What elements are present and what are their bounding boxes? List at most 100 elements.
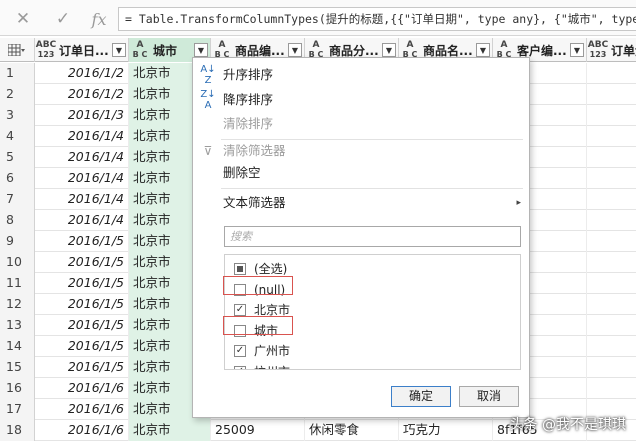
filter-dropdown-icon[interactable]: ▼: [570, 43, 584, 57]
column-label: 商品分...: [329, 43, 379, 58]
row-number[interactable]: 2: [0, 84, 35, 105]
row-number[interactable]: 1: [0, 63, 35, 84]
amount-cell[interactable]: [587, 273, 636, 294]
row-number[interactable]: 18: [0, 420, 35, 441]
category-cell[interactable]: 休闲零食: [305, 420, 399, 441]
date-cell[interactable]: 2016/1/3: [35, 105, 129, 126]
column-type-icon[interactable]: AB C: [129, 40, 151, 60]
amount-cell[interactable]: [587, 231, 636, 252]
date-cell[interactable]: 2016/1/6: [35, 399, 129, 420]
column-label: 订单金: [611, 43, 636, 58]
filter-option-label: 广州市: [254, 344, 291, 358]
date-cell[interactable]: 2016/1/4: [35, 126, 129, 147]
column-header[interactable]: ABC 123 订单日... ▼: [35, 38, 129, 62]
row-number[interactable]: 8: [0, 210, 35, 231]
row-number[interactable]: 6: [0, 168, 35, 189]
row-number[interactable]: 13: [0, 315, 35, 336]
amount-cell[interactable]: [587, 84, 636, 105]
date-cell[interactable]: 2016/1/2: [35, 84, 129, 105]
column-label: 客户编...: [517, 43, 567, 58]
date-cell[interactable]: 2016/1/5: [35, 336, 129, 357]
date-cell[interactable]: 2016/1/5: [35, 357, 129, 378]
amount-cell[interactable]: [587, 336, 636, 357]
filter-dropdown-icon[interactable]: ▼: [288, 43, 302, 57]
filter-dropdown-icon[interactable]: ▼: [194, 43, 208, 57]
product-name-cell[interactable]: 巧克力: [399, 420, 493, 441]
amount-cell[interactable]: [587, 63, 636, 84]
filter-option[interactable]: ✓ 广州市: [225, 341, 520, 361]
row-number[interactable]: 17: [0, 399, 35, 420]
formula-input[interactable]: = Table.TransformColumnTypes(提升的标题,{{"订单…: [118, 7, 636, 31]
amount-cell[interactable]: [587, 252, 636, 273]
confirm-formula-icon[interactable]: ✓: [50, 8, 76, 30]
row-number[interactable]: 12: [0, 294, 35, 315]
filter-dropdown-icon[interactable]: ▼: [382, 43, 396, 57]
remove-empty-item[interactable]: 删除空: [193, 162, 529, 184]
amount-cell[interactable]: [587, 315, 636, 336]
date-cell[interactable]: 2016/1/2: [35, 63, 129, 84]
highlight-box-city: [223, 316, 293, 335]
filter-search-input[interactable]: 搜索: [224, 226, 521, 247]
date-cell[interactable]: 2016/1/6: [35, 378, 129, 399]
row-number[interactable]: 11: [0, 273, 35, 294]
city-cell[interactable]: 北京市: [129, 420, 211, 441]
amount-cell[interactable]: [587, 147, 636, 168]
amount-cell[interactable]: [587, 189, 636, 210]
watermark: 头条 @我不是琪琪: [509, 417, 626, 433]
date-cell[interactable]: 2016/1/5: [35, 252, 129, 273]
row-number[interactable]: 16: [0, 378, 35, 399]
amount-cell[interactable]: [587, 168, 636, 189]
date-cell[interactable]: 2016/1/5: [35, 315, 129, 336]
row-number[interactable]: 4: [0, 126, 35, 147]
column-type-icon[interactable]: ABC 123: [587, 40, 609, 60]
checkbox[interactable]: ✓: [234, 365, 246, 369]
row-number[interactable]: 5: [0, 147, 35, 168]
amount-cell[interactable]: [587, 378, 636, 399]
cancel-formula-icon[interactable]: ✕: [10, 8, 36, 30]
filter-value-list: (全选)(null)✓北京市城市✓广州市✓杭州市: [224, 254, 521, 370]
row-number[interactable]: 15: [0, 357, 35, 378]
product-id-cell[interactable]: 25009: [211, 420, 305, 441]
row-number[interactable]: 9: [0, 231, 35, 252]
row-number[interactable]: 7: [0, 189, 35, 210]
row-number[interactable]: 14: [0, 336, 35, 357]
date-cell[interactable]: 2016/1/5: [35, 273, 129, 294]
date-cell[interactable]: 2016/1/4: [35, 189, 129, 210]
amount-cell[interactable]: [587, 126, 636, 147]
column-type-icon[interactable]: ABC 123: [35, 40, 57, 60]
date-cell[interactable]: 2016/1/6: [35, 420, 129, 441]
filter-dropdown-icon[interactable]: ▼: [476, 43, 490, 57]
amount-cell[interactable]: [587, 210, 636, 231]
row-number[interactable]: 10: [0, 252, 35, 273]
fx-icon[interactable]: fx: [86, 8, 112, 30]
amount-cell[interactable]: [587, 357, 636, 378]
filter-dropdown-icon[interactable]: ▼: [112, 43, 126, 57]
date-cell[interactable]: 2016/1/4: [35, 147, 129, 168]
column-header[interactable]: ABC123订单金: [587, 38, 636, 62]
row-number[interactable]: 3: [0, 105, 35, 126]
date-cell[interactable]: 2016/1/5: [35, 294, 129, 315]
table-menu-icon[interactable]: [0, 38, 35, 62]
checkbox[interactable]: [234, 263, 246, 275]
clear-sort-item: 清除排序: [223, 116, 274, 131]
date-cell[interactable]: 2016/1/5: [35, 231, 129, 252]
sort-descending-icon: Z↓ A: [200, 89, 216, 111]
column-label: 商品名...: [423, 43, 473, 58]
ok-button[interactable]: 确定: [391, 386, 451, 407]
date-cell[interactable]: 2016/1/4: [35, 210, 129, 231]
submenu-arrow-icon: ▸: [516, 198, 521, 208]
sort-ascending-item[interactable]: A↓ Z 升序排序: [193, 64, 529, 86]
cancel-button[interactable]: 取消: [459, 386, 519, 407]
amount-cell[interactable]: [587, 294, 636, 315]
amount-cell[interactable]: [587, 105, 636, 126]
clear-filter-item: ⊽ 清除筛选器: [193, 140, 529, 162]
text-filters-item[interactable]: 文本筛选器 ▸: [193, 192, 529, 214]
checkbox[interactable]: ✓: [234, 304, 246, 316]
sort-descending-item[interactable]: Z↓ A 降序排序: [193, 89, 529, 111]
date-cell[interactable]: 2016/1/4: [35, 168, 129, 189]
column-label: 订单日...: [59, 43, 109, 58]
filter-option-label: 杭州市: [254, 362, 290, 370]
checkbox[interactable]: ✓: [234, 345, 246, 357]
filter-option[interactable]: ✓ 杭州市: [225, 362, 520, 370]
menu-separator: [221, 188, 523, 189]
